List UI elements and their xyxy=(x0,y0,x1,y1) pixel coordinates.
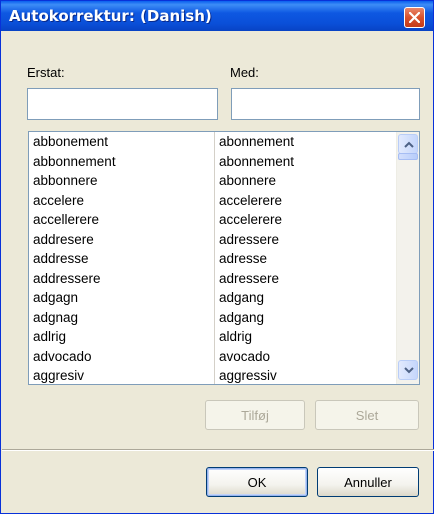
close-icon xyxy=(409,12,420,23)
list-item[interactable]: adlrig aldrig xyxy=(29,327,395,347)
replace-text: abbonnere xyxy=(33,173,98,188)
list-item[interactable]: adgnag adgang xyxy=(29,308,395,328)
autocorrect-dialog: Autokorrektur: (Danish) Erstat: Med: abb… xyxy=(0,0,434,514)
chevron-up-icon xyxy=(404,141,414,148)
list-item[interactable]: advocado avocado xyxy=(29,347,395,367)
chevron-down-icon xyxy=(404,367,414,374)
add-button[interactable]: Tilføj xyxy=(205,400,305,430)
with-input[interactable] xyxy=(231,88,420,120)
separator xyxy=(2,449,434,451)
replace-text: addresse xyxy=(33,251,89,266)
window-title: Autokorrektur: (Danish) xyxy=(9,7,212,25)
title-bar[interactable]: Autokorrektur: (Danish) xyxy=(1,1,433,31)
with-text: adressere xyxy=(219,270,280,286)
with-text: abonnement xyxy=(219,134,295,149)
replace-input[interactable] xyxy=(27,88,218,120)
with-text: abonnement xyxy=(219,153,295,169)
list-item[interactable]: abbonement abonnement xyxy=(29,132,395,152)
scroll-thumb[interactable] xyxy=(398,153,418,160)
list-item[interactable]: abbonnement abonnement xyxy=(29,152,395,172)
replace-text: adlrig xyxy=(33,329,67,344)
list-item[interactable]: aggresiv aggressiv xyxy=(29,366,395,384)
autocorrect-list[interactable]: abbonement abonnement abbonnement abonnemen… xyxy=(28,131,420,385)
with-text: accelerere xyxy=(219,192,283,208)
cancel-button[interactable]: Annuller xyxy=(317,467,419,497)
with-text: abonnere xyxy=(219,173,277,188)
with-text: adgang xyxy=(219,309,265,325)
replace-text: adgnag xyxy=(33,309,79,325)
with-label: Med: xyxy=(230,65,259,80)
list-item[interactable]: abbonnere abonnere xyxy=(29,171,395,191)
replace-label: Erstat: xyxy=(27,65,65,80)
scroll-up-button[interactable] xyxy=(398,134,418,154)
with-text: avocado xyxy=(219,348,271,364)
replace-text: addresere xyxy=(33,231,94,247)
list-item[interactable]: addressere adressere xyxy=(29,269,395,289)
list-item[interactable]: adgagn adgang xyxy=(29,288,395,308)
replace-text: adgagn xyxy=(33,290,79,305)
replace-text: abbonement xyxy=(33,134,109,149)
vertical-scrollbar[interactable] xyxy=(396,132,419,384)
replace-text: abbonnement xyxy=(33,153,116,169)
with-text: adressere xyxy=(219,231,280,247)
replace-text: accellerere xyxy=(33,212,100,227)
replace-text: addressere xyxy=(33,270,101,286)
replace-text: aggresiv xyxy=(33,368,85,383)
ok-button[interactable]: OK xyxy=(206,467,308,497)
scroll-down-button[interactable] xyxy=(398,360,418,380)
with-text: adresse xyxy=(219,251,268,266)
close-button[interactable] xyxy=(404,7,425,28)
delete-button[interactable]: Slet xyxy=(315,400,419,430)
with-text: aggressiv xyxy=(219,368,277,383)
with-text: adgang xyxy=(219,290,265,305)
replace-text: advocado xyxy=(33,348,92,364)
with-text: accelerere xyxy=(219,212,283,227)
list-item[interactable]: accelere accelerere xyxy=(29,191,395,211)
list-item[interactable]: accellerere accelerere xyxy=(29,210,395,230)
with-text: aldrig xyxy=(219,329,253,344)
replace-text: accelere xyxy=(33,192,85,208)
list-item[interactable]: addresere adressere xyxy=(29,230,395,250)
list-item[interactable]: addresse adresse xyxy=(29,249,395,269)
